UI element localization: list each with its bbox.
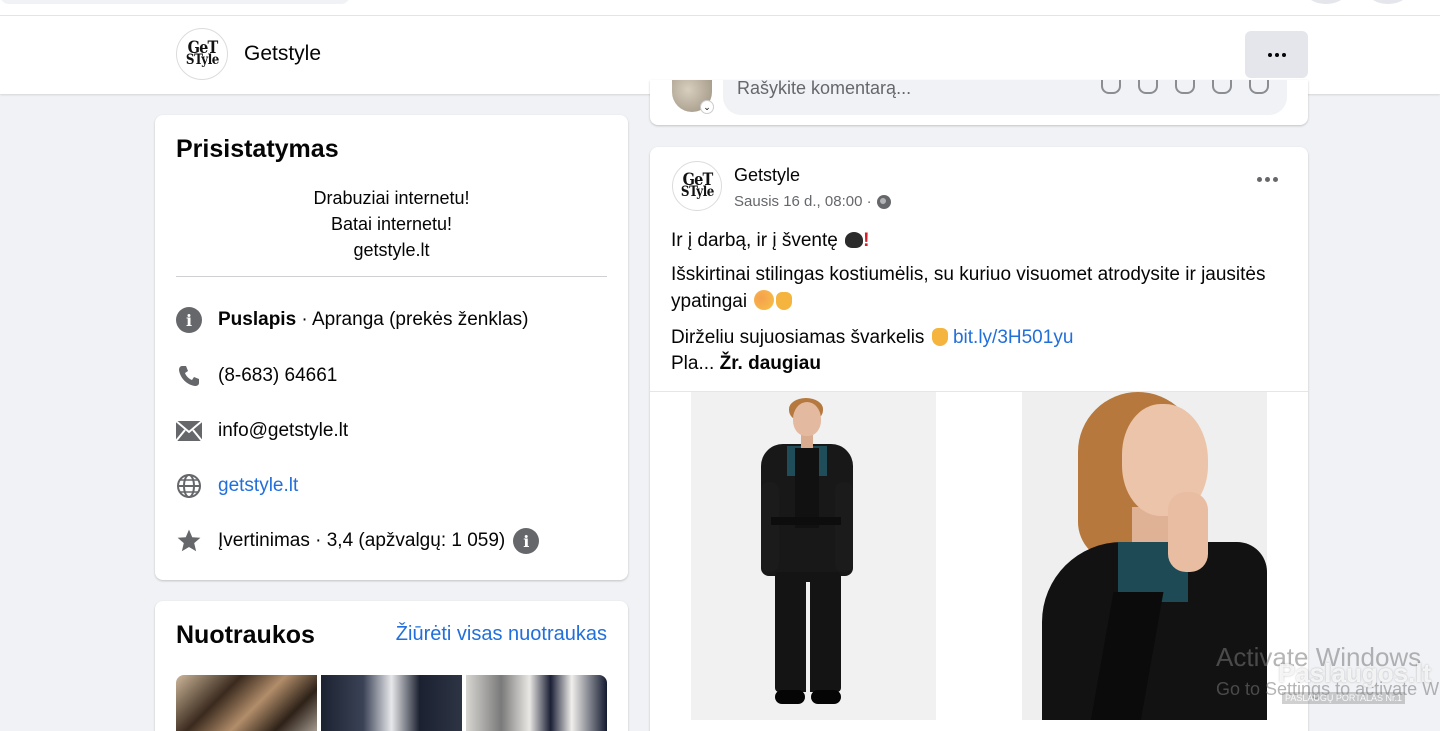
post-link[interactable]: bit.ly/3H501yu <box>953 327 1073 348</box>
more-dots-icon <box>1267 52 1286 57</box>
ok-hand-emoji-icon <box>776 292 793 310</box>
see-all-photos-link[interactable]: Žiūrėti visas nuotraukas <box>396 623 607 646</box>
gif-icon[interactable] <box>1212 80 1232 94</box>
top-search-pill[interactable] <box>0 0 350 4</box>
phone-number[interactable]: (8-683) 64661 <box>218 365 337 387</box>
post-photo-full-outfit[interactable] <box>691 392 936 720</box>
photo-gap <box>978 392 980 720</box>
chevron-down-icon[interactable]: ⌄ <box>700 100 714 114</box>
avatar-sticker-icon[interactable] <box>1101 80 1121 94</box>
envelope-icon <box>176 418 202 444</box>
info-icon: i <box>176 307 202 333</box>
commenter-avatar[interactable]: ⌄ <box>672 80 714 114</box>
star-icon <box>176 528 202 554</box>
photo-thumbnail[interactable] <box>176 675 317 731</box>
intro-rating-row: Įvertinimas · 3,4 (apžvalgų: 1 059) i <box>176 527 540 555</box>
comment-bar: ⌄ Rašykite komentarą... <box>650 80 1308 125</box>
email-address[interactable]: info@getstyle.lt <box>218 420 348 442</box>
comment-placeholder: Rašykite komentarą... <box>737 80 912 98</box>
top-icon-circle[interactable] <box>1368 0 1408 4</box>
pointing-hand-emoji-icon <box>931 328 948 346</box>
post-line: Dirželiu sujuosiamas švarkelis bit.ly/3H… <box>671 327 1074 348</box>
more-dots-icon <box>1257 177 1278 182</box>
see-more-link[interactable]: Žr. daugiau <box>720 353 821 374</box>
post-card: GeT STyle Getstyle Sausis 16 d., 08:00 ·… <box>650 147 1308 731</box>
bio-line: Batai internetu! <box>330 214 453 234</box>
intro-divider <box>176 276 607 277</box>
post-author[interactable]: Getstyle <box>734 165 800 186</box>
bio-line: Drabuziai internetu! <box>313 188 470 208</box>
top-icon-circle[interactable] <box>1306 0 1346 4</box>
photos-title: Nuotraukos <box>176 621 315 649</box>
post-author-avatar[interactable]: GeT STyle <box>672 161 722 211</box>
comment-tools <box>1101 80 1269 94</box>
header-more-button[interactable] <box>1245 31 1308 78</box>
post-meta: Sausis 16 d., 08:00 · <box>734 193 891 210</box>
comment-input[interactable]: Rašykite komentarą... <box>723 80 1287 115</box>
photos-card: Nuotraukos Žiūrėti visas nuotraukas <box>155 601 628 731</box>
page-name[interactable]: Getstyle <box>244 42 321 66</box>
bio-line: getstyle.lt <box>353 240 430 260</box>
intro-title: Prisistatymas <box>176 135 339 163</box>
intro-email-row: info@getstyle.lt <box>176 417 348 445</box>
intro-phone-row: (8-683) 64661 <box>176 362 337 390</box>
exclamation-emoji-icon: ! <box>863 230 870 251</box>
sticker-icon[interactable] <box>1249 80 1269 94</box>
post-line: Išskirtinai stilingas kostiumėlis, su ku… <box>671 264 1266 312</box>
intro-bio: Drabuziai internetu! Batai internetu! ge… <box>176 185 607 263</box>
rating-text: Įvertinimas · 3,4 (apžvalgų: 1 059) <box>218 530 506 551</box>
post-line: Ir į darbą, ir į šventę ! <box>671 230 870 251</box>
black-heart-emoji-icon <box>845 232 864 248</box>
website-link[interactable]: getstyle.lt <box>218 475 298 497</box>
portal-watermark-logo: Paslaugos.lt <box>1278 658 1432 688</box>
page-type-label: Puslapis <box>218 309 297 330</box>
globe-icon <box>876 194 891 209</box>
intro-page-type-row: i Puslapis · Apranga (prekės ženklas) <box>176 306 529 334</box>
rating-info-icon[interactable]: i <box>513 528 540 554</box>
page-type-value: · Apranga (prekės ženklas) <box>296 309 529 330</box>
post-date[interactable]: Sausis 16 d., 08:00 · <box>734 193 872 210</box>
portal-watermark-subtitle: PASLAUGŲ PORTALAS Nr.1 <box>1282 692 1406 704</box>
emoji-icon[interactable] <box>1138 80 1158 94</box>
photo-thumbnail[interactable] <box>466 675 607 731</box>
smiling-hearts-emoji-icon <box>754 290 775 310</box>
intro-card: Prisistatymas Drabuziai internetu! Batai… <box>155 115 628 580</box>
post-line: Pla... Žr. daugiau <box>671 353 821 374</box>
phone-icon <box>176 363 202 389</box>
post-more-button[interactable] <box>1257 177 1278 182</box>
photo-thumbnail[interactable] <box>321 675 462 731</box>
intro-website-row: getstyle.lt <box>176 472 298 500</box>
page-logo[interactable]: GeT STyle <box>176 28 228 80</box>
browser-top-strip <box>0 0 1440 16</box>
camera-icon[interactable] <box>1175 80 1195 94</box>
globe-icon <box>176 473 202 499</box>
